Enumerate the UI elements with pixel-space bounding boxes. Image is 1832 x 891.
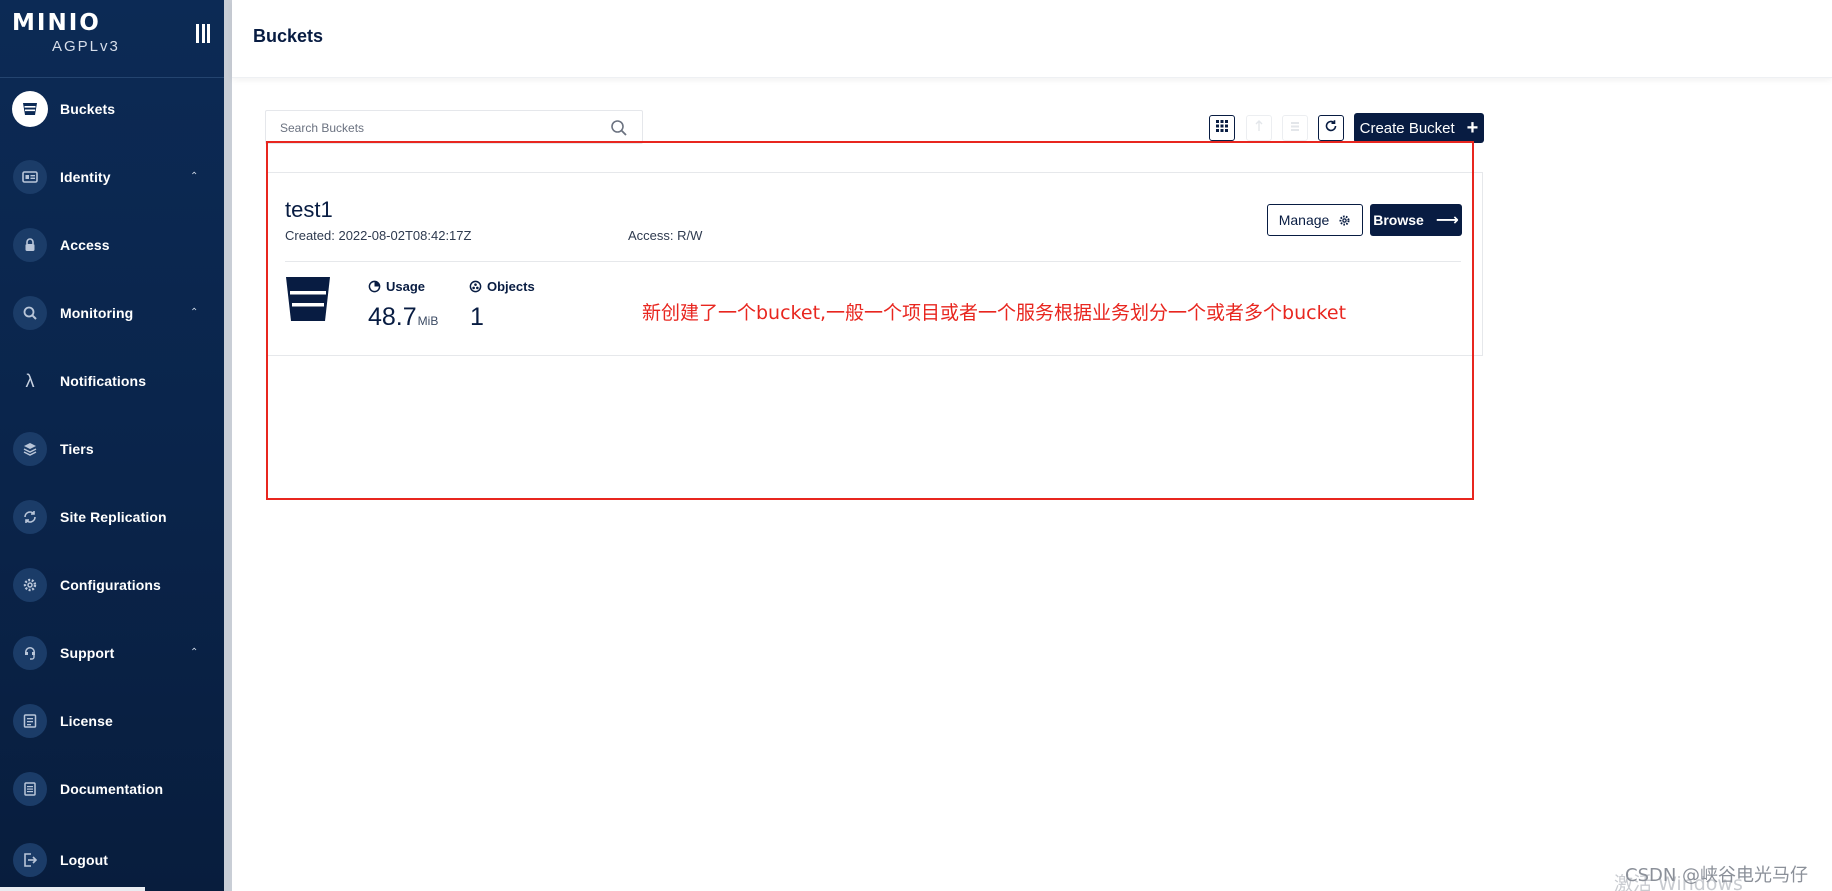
sidebar-item-label: Monitoring: [60, 305, 134, 321]
sidebar-item-site-replication[interactable]: Site Replication: [0, 491, 224, 543]
sidebar-item-label: Access: [60, 237, 110, 253]
sidebar-item-monitoring[interactable]: Monitoring ⌃: [0, 287, 224, 339]
sidebar-item-label: Configurations: [60, 577, 161, 593]
id-card-icon: [13, 160, 47, 194]
menu-toggle-icon[interactable]: [196, 24, 210, 43]
layers-icon: [13, 432, 47, 466]
lambda-icon: λ: [25, 370, 35, 391]
logo[interactable]: MINIO AGPLv3: [12, 10, 120, 55]
sidebar-item-label: Logout: [60, 852, 109, 868]
sync-icon: [13, 500, 47, 534]
sidebar-item-documentation[interactable]: Documentation: [0, 763, 224, 815]
chevron-up-icon: ⌃: [190, 647, 199, 658]
sidebar-item-label: Site Replication: [60, 509, 167, 525]
refresh-button[interactable]: [1318, 115, 1344, 141]
set-replication-button[interactable]: [1282, 115, 1308, 141]
sidebar-item-label: Notifications: [60, 373, 147, 389]
search-input[interactable]: [280, 119, 600, 137]
sidebar-item-label: Support: [60, 645, 115, 661]
sidebar-item-configurations[interactable]: Configurations: [0, 559, 224, 611]
sidebar-divider: [0, 77, 224, 78]
sidebar-item-label: Buckets: [60, 101, 116, 117]
sidebar-item-label: License: [60, 713, 113, 729]
sidebar-item-notifications[interactable]: λ Notifications: [0, 355, 224, 407]
sidebar-item-label: Identity: [60, 169, 111, 185]
search-box: [265, 110, 643, 144]
sidebar-edge: [224, 0, 232, 891]
create-bucket-button[interactable]: Create Bucket +: [1354, 113, 1484, 143]
sidebar-item-support[interactable]: Support ⌃: [0, 627, 224, 679]
bucket-icon: [12, 91, 48, 127]
edition-label: AGPLv3: [52, 38, 120, 55]
lifecycle-icon: [1253, 119, 1265, 137]
sidebar-item-label: Tiers: [60, 441, 94, 457]
sidebar-item-identity[interactable]: Identity ⌃: [0, 151, 224, 203]
logout-icon: [13, 843, 47, 877]
page-title: Buckets: [253, 26, 324, 46]
grid-view-button[interactable]: [1209, 115, 1235, 141]
document-icon: [13, 772, 47, 806]
sidebar-item-license[interactable]: License: [0, 695, 224, 747]
sidebar-item-access[interactable]: Access: [0, 219, 224, 271]
refresh-icon: [1324, 119, 1338, 138]
sidebar-item-tiers[interactable]: Tiers: [0, 423, 224, 475]
create-bucket-label: Create Bucket: [1359, 119, 1455, 137]
grid-icon: [1215, 119, 1229, 138]
search-icon[interactable]: [610, 119, 628, 137]
replication-icon: [1289, 119, 1301, 137]
set-lifecycle-button[interactable]: [1246, 115, 1272, 141]
chevron-up-icon: ⌃: [190, 307, 199, 318]
logo-text: MINIO: [12, 10, 101, 36]
csdn-watermark: CSDN @峡谷电光马仔: [1625, 865, 1809, 886]
gear-icon: [13, 568, 47, 602]
license-icon: [13, 704, 47, 738]
sidebar-item-buckets[interactable]: Buckets: [0, 83, 224, 135]
lock-icon: [13, 228, 47, 262]
sidebar-item-label: Documentation: [60, 781, 164, 797]
annotation-text: 新创建了一个bucket,一般一个项目或者一个服务根据业务划分一个或者多个buc…: [642, 302, 1347, 324]
chevron-up-icon: ⌃: [190, 171, 199, 182]
page-header: Buckets: [232, 0, 1832, 78]
plus-icon: +: [1466, 117, 1479, 139]
monitor-search-icon: [13, 296, 47, 330]
sidebar: MINIO AGPLv3 Buckets Identity ⌃ Access M…: [0, 0, 224, 891]
sidebar-item-logout[interactable]: Logout: [0, 834, 224, 886]
support-icon: [13, 636, 47, 670]
bottom-strip: [0, 887, 145, 891]
